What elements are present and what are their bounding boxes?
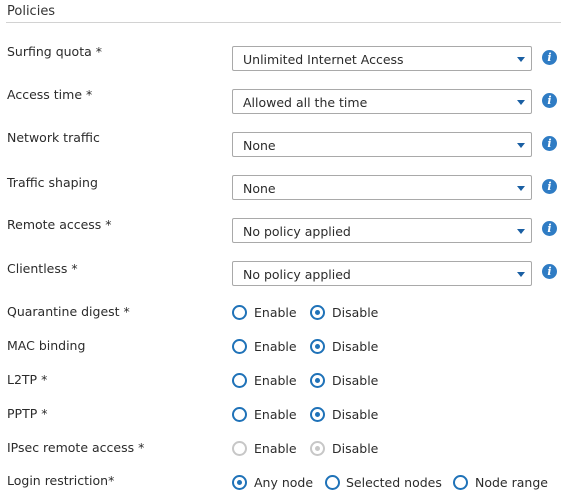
login-restriction-any-node-label[interactable]: Any node bbox=[254, 475, 313, 490]
surfing-quota-value: Unlimited Internet Access bbox=[243, 52, 404, 67]
pptp-enable-radio[interactable] bbox=[232, 407, 247, 422]
clientless-select[interactable]: No policy applied bbox=[232, 261, 532, 286]
pptp-enable-label[interactable]: Enable bbox=[254, 407, 297, 422]
l2tp-disable-radio[interactable] bbox=[310, 373, 325, 388]
info-icon[interactable]: i bbox=[542, 136, 557, 151]
access-time-value: Allowed all the time bbox=[243, 95, 368, 110]
mac-binding-enable-radio[interactable] bbox=[232, 339, 247, 354]
ipsec-remote-access-disable-label[interactable]: Disable bbox=[332, 441, 378, 456]
clientless-value: No policy applied bbox=[243, 267, 351, 282]
chevron-down-icon bbox=[517, 57, 525, 62]
ipsec-remote-access-enable-label[interactable]: Enable bbox=[254, 441, 297, 456]
login-restriction-node-range-label[interactable]: Node range bbox=[475, 475, 548, 490]
remote-access-label: Remote access * bbox=[7, 217, 112, 232]
section-title: Policies bbox=[7, 4, 56, 19]
surfing-quota-label: Surfing quota * bbox=[7, 44, 102, 59]
quarantine-digest-enable-radio[interactable] bbox=[232, 305, 247, 320]
access-time-label: Access time * bbox=[7, 87, 93, 102]
chevron-down-icon bbox=[517, 229, 525, 234]
pptp-row: PPTP * Enable Disable bbox=[0, 406, 561, 432]
clientless-row: Clientless * No policy applied i bbox=[0, 261, 561, 287]
login-restriction-selected-nodes-radio[interactable] bbox=[325, 475, 340, 490]
ipsec-remote-access-enable-radio[interactable] bbox=[232, 441, 247, 456]
remote-access-row: Remote access * No policy applied i bbox=[0, 217, 561, 244]
l2tp-enable-label[interactable]: Enable bbox=[254, 373, 297, 388]
l2tp-disable-label[interactable]: Disable bbox=[332, 373, 378, 388]
l2tp-label: L2TP * bbox=[7, 372, 48, 387]
traffic-shaping-row: Traffic shaping None i bbox=[0, 175, 561, 201]
chevron-down-icon bbox=[517, 272, 525, 277]
surfing-quota-select[interactable]: Unlimited Internet Access bbox=[232, 46, 532, 71]
info-icon[interactable]: i bbox=[542, 50, 557, 65]
surfing-quota-row: Surfing quota * Unlimited Internet Acces… bbox=[0, 44, 561, 72]
mac-binding-enable-label[interactable]: Enable bbox=[254, 339, 297, 354]
info-icon[interactable]: i bbox=[542, 93, 557, 108]
traffic-shaping-label: Traffic shaping bbox=[7, 175, 98, 190]
login-restriction-any-node-radio[interactable] bbox=[232, 475, 247, 490]
login-restriction-node-range-radio[interactable] bbox=[453, 475, 468, 490]
ipsec-remote-access-label: IPsec remote access * bbox=[7, 440, 145, 455]
chevron-down-icon bbox=[517, 100, 525, 105]
network-traffic-value: None bbox=[243, 138, 276, 153]
quarantine-digest-row: Quarantine digest * Enable Disable bbox=[0, 304, 561, 330]
mac-binding-label: MAC binding bbox=[7, 338, 86, 353]
access-time-select[interactable]: Allowed all the time bbox=[232, 89, 532, 114]
info-icon[interactable]: i bbox=[542, 221, 557, 236]
ipsec-remote-access-row: IPsec remote access * Enable Disable bbox=[0, 440, 561, 466]
quarantine-digest-disable-radio[interactable] bbox=[310, 305, 325, 320]
login-restriction-row: Login restriction* Any node Selected nod… bbox=[0, 473, 561, 500]
chevron-down-icon bbox=[517, 186, 525, 191]
info-icon[interactable]: i bbox=[542, 179, 557, 194]
remote-access-select[interactable]: No policy applied bbox=[232, 218, 532, 243]
mac-binding-disable-radio[interactable] bbox=[310, 339, 325, 354]
pptp-label: PPTP * bbox=[7, 406, 48, 421]
clientless-label: Clientless * bbox=[7, 261, 78, 276]
login-restriction-selected-nodes-label[interactable]: Selected nodes bbox=[346, 475, 442, 490]
mac-binding-disable-label[interactable]: Disable bbox=[332, 339, 378, 354]
network-traffic-row: Network traffic None i bbox=[0, 130, 561, 158]
l2tp-enable-radio[interactable] bbox=[232, 373, 247, 388]
remote-access-value: No policy applied bbox=[243, 224, 351, 239]
pptp-disable-label[interactable]: Disable bbox=[332, 407, 378, 422]
login-restriction-label: Login restriction* bbox=[7, 473, 115, 488]
section-divider bbox=[6, 22, 561, 23]
network-traffic-label: Network traffic bbox=[7, 130, 100, 145]
ipsec-remote-access-disable-radio[interactable] bbox=[310, 441, 325, 456]
quarantine-digest-disable-label[interactable]: Disable bbox=[332, 305, 378, 320]
access-time-row: Access time * Allowed all the time i bbox=[0, 87, 561, 115]
network-traffic-select[interactable]: None bbox=[232, 132, 532, 157]
chevron-down-icon bbox=[517, 143, 525, 148]
quarantine-digest-enable-label[interactable]: Enable bbox=[254, 305, 297, 320]
mac-binding-row: MAC binding Enable Disable bbox=[0, 338, 561, 364]
quarantine-digest-label: Quarantine digest * bbox=[7, 304, 130, 319]
l2tp-row: L2TP * Enable Disable bbox=[0, 372, 561, 398]
traffic-shaping-value: None bbox=[243, 181, 276, 196]
info-icon[interactable]: i bbox=[542, 264, 557, 279]
pptp-disable-radio[interactable] bbox=[310, 407, 325, 422]
traffic-shaping-select[interactable]: None bbox=[232, 175, 532, 200]
